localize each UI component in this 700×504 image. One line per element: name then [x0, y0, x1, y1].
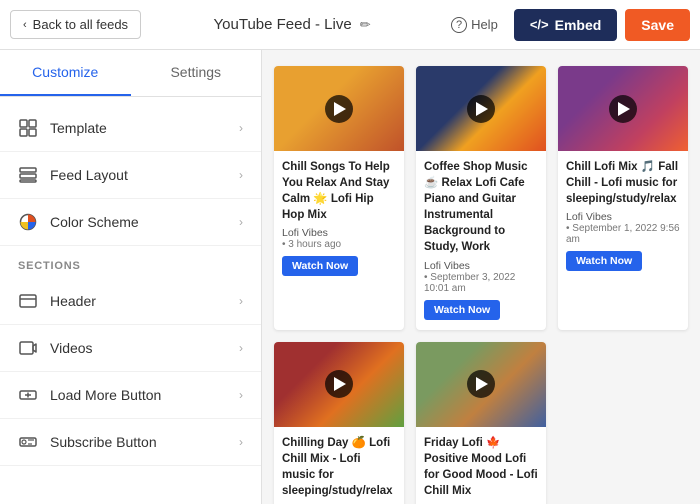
back-button[interactable]: ‹ Back to all feeds	[10, 10, 141, 39]
play-button[interactable]	[325, 370, 353, 398]
video-thumbnail	[274, 66, 404, 151]
color-scheme-label: Color Scheme	[50, 214, 227, 230]
sidebar-item-template[interactable]: Template ›	[0, 105, 261, 152]
feed-layout-label: Feed Layout	[50, 167, 227, 183]
chevron-right-icon: ›	[239, 215, 243, 229]
tab-customize[interactable]: Customize	[0, 50, 131, 96]
feed-title: YouTube Feed - Live ✏	[141, 16, 443, 33]
video-thumbnail	[416, 342, 546, 427]
subscribe-label: Subscribe Button	[50, 434, 227, 450]
load-more-label: Load More Button	[50, 387, 227, 403]
play-icon	[476, 102, 488, 116]
color-scheme-icon	[18, 212, 38, 232]
sidebar-item-header[interactable]: Header ›	[0, 278, 261, 325]
load-more-icon	[18, 385, 38, 405]
sidebar-tabs: Customize Settings	[0, 50, 261, 97]
video-thumbnail	[558, 66, 688, 151]
video-info: Chill Lofi Mix 🎵 Fall Chill - Lofi music…	[558, 151, 688, 281]
video-thumbnail	[274, 342, 404, 427]
watch-now-button[interactable]: Watch Now	[566, 251, 642, 271]
tab-settings[interactable]: Settings	[131, 50, 262, 96]
video-time: • September 3, 2022 10:01 am	[424, 272, 538, 294]
play-button[interactable]	[467, 95, 495, 123]
video-card: Chilling Day 🍊 Lofi Chill Mix - Lofi mus…	[274, 342, 404, 504]
chevron-right-icon: ›	[239, 435, 243, 449]
sidebar-item-videos[interactable]: Videos ›	[0, 325, 261, 372]
videos-label: Videos	[50, 340, 227, 356]
template-label: Template	[50, 120, 227, 136]
video-info: Friday Lofi 🍁 Positive Mood Lofi for Goo…	[416, 427, 546, 504]
save-button[interactable]: Save	[625, 9, 690, 41]
sidebar-item-color-scheme[interactable]: Color Scheme ›	[0, 199, 261, 246]
help-button[interactable]: ? Help	[443, 11, 506, 39]
video-title: Chilling Day 🍊 Lofi Chill Mix - Lofi mus…	[282, 435, 396, 499]
sidebar-item-subscribe[interactable]: Subscribe Button ›	[0, 419, 261, 466]
watch-now-button[interactable]: Watch Now	[424, 300, 500, 320]
video-card: Friday Lofi 🍁 Positive Mood Lofi for Goo…	[416, 342, 546, 504]
main-layout: Customize Settings Template ›	[0, 50, 700, 504]
chevron-right-icon: ›	[239, 121, 243, 135]
video-info: Chilling Day 🍊 Lofi Chill Mix - Lofi mus…	[274, 427, 404, 504]
header-actions: ? Help </> Embed Save	[443, 9, 690, 41]
video-title: Chill Lofi Mix 🎵 Fall Chill - Lofi music…	[566, 159, 680, 207]
video-title: Coffee Shop Music ☕ Relax Lofi Cafe Pian…	[424, 159, 538, 256]
video-title: Friday Lofi 🍁 Positive Mood Lofi for Goo…	[424, 435, 538, 499]
feed-layout-icon	[18, 165, 38, 185]
play-button[interactable]	[325, 95, 353, 123]
sections-label: SECTIONS	[0, 246, 261, 278]
play-icon	[618, 102, 630, 116]
videos-icon	[18, 338, 38, 358]
video-thumbnail	[416, 66, 546, 151]
template-icon	[18, 118, 38, 138]
video-card: Chill Songs To Help You Relax And Stay C…	[274, 66, 404, 330]
video-info: Chill Songs To Help You Relax And Stay C…	[274, 151, 404, 286]
video-grid: Chill Songs To Help You Relax And Stay C…	[274, 66, 688, 504]
preview-area: Chill Songs To Help You Relax And Stay C…	[262, 50, 700, 504]
chevron-right-icon: ›	[239, 388, 243, 402]
video-card: Coffee Shop Music ☕ Relax Lofi Cafe Pian…	[416, 66, 546, 330]
embed-button[interactable]: </> Embed	[514, 9, 617, 41]
sidebar-item-feed-layout[interactable]: Feed Layout ›	[0, 152, 261, 199]
video-channel: Lofi Vibes	[282, 227, 396, 239]
sidebar-menu: Template › Feed Layout ›	[0, 97, 261, 474]
video-info: Coffee Shop Music ☕ Relax Lofi Cafe Pian…	[416, 151, 546, 330]
header-icon	[18, 291, 38, 311]
help-circle-icon: ?	[451, 17, 467, 33]
chevron-right-icon: ›	[239, 168, 243, 182]
sidebar-item-load-more[interactable]: Load More Button ›	[0, 372, 261, 419]
video-title: Chill Songs To Help You Relax And Stay C…	[282, 159, 396, 223]
app-header: ‹ Back to all feeds YouTube Feed - Live …	[0, 0, 700, 50]
edit-icon[interactable]: ✏	[360, 17, 371, 33]
video-channel: Lofi Vibes	[566, 211, 680, 223]
chevron-left-icon: ‹	[23, 19, 27, 31]
sidebar: Customize Settings Template ›	[0, 50, 262, 504]
play-button[interactable]	[467, 370, 495, 398]
video-card: Chill Lofi Mix 🎵 Fall Chill - Lofi music…	[558, 66, 688, 330]
play-icon	[334, 377, 346, 391]
subscribe-icon	[18, 432, 38, 452]
watch-now-button[interactable]: Watch Now	[282, 256, 358, 276]
play-button[interactable]	[609, 95, 637, 123]
video-time: • September 1, 2022 9:56 am	[566, 223, 680, 245]
header-label: Header	[50, 293, 227, 309]
play-icon	[476, 377, 488, 391]
chevron-right-icon: ›	[239, 341, 243, 355]
back-label: Back to all feeds	[33, 17, 128, 32]
video-channel: Lofi Vibes	[424, 260, 538, 272]
chevron-right-icon: ›	[239, 294, 243, 308]
code-icon: </>	[530, 17, 549, 32]
video-time: • 3 hours ago	[282, 239, 396, 250]
play-icon	[334, 102, 346, 116]
